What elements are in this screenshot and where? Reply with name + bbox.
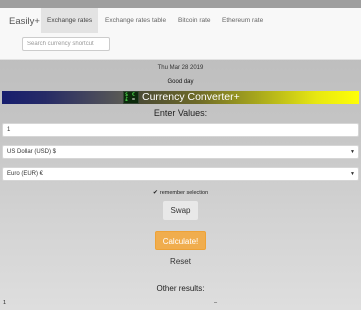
remember-selection-row: ✔ remember selection	[0, 189, 361, 196]
logo-char: =	[132, 97, 136, 103]
dropdown-caret-icon: ▼	[350, 171, 355, 177]
top-strip	[0, 0, 361, 8]
calculate-button[interactable]: Calculate!	[155, 231, 206, 250]
result-row-dash: –	[214, 300, 218, 306]
tab-exchange-rates-table[interactable]: Exchange rates table	[99, 8, 172, 33]
tab-exchange-rates[interactable]: Exchange rates	[41, 8, 99, 33]
converter-banner: $ € £ = Currency Converter+	[2, 91, 359, 104]
date-text: Thu Mar 28 2019	[157, 65, 204, 71]
from-currency-value: US Dollar (USD) $	[7, 149, 57, 155]
greeting-text: Good day	[167, 79, 194, 85]
logo-char: £	[125, 97, 129, 103]
enter-values-heading: Enter Values:	[153, 108, 208, 118]
amount-value: 1	[7, 127, 11, 133]
dropdown-caret-icon: ▼	[350, 149, 355, 155]
to-currency-value: Euro (EUR) €	[7, 171, 44, 177]
amount-input[interactable]: 1	[2, 123, 359, 137]
result-row-value: 1	[3, 300, 7, 306]
currency-logo-icon: $ € £ =	[123, 91, 139, 104]
banner-title: Currency Converter+	[142, 91, 240, 103]
remember-checkbox[interactable]: ✔	[153, 190, 158, 196]
brand-logo[interactable]: Easily+	[9, 16, 40, 27]
tab-bitcoin-rate[interactable]: Bitcoin rate	[172, 8, 217, 33]
navbar: Easily+ Exchange rates Exchange rates ta…	[0, 8, 361, 60]
search-input[interactable]	[22, 37, 110, 51]
swap-button[interactable]: Swap	[163, 201, 198, 220]
other-results-heading: Other results:	[156, 284, 205, 293]
reset-button[interactable]: Reset	[162, 252, 199, 271]
tab-ethereum-rate[interactable]: Ethereum rate	[216, 8, 269, 33]
remember-label: remember selection	[159, 190, 209, 196]
to-currency-select[interactable]: Euro (EUR) € ▼	[2, 167, 359, 181]
from-currency-select[interactable]: US Dollar (USD) $ ▼	[2, 145, 359, 159]
